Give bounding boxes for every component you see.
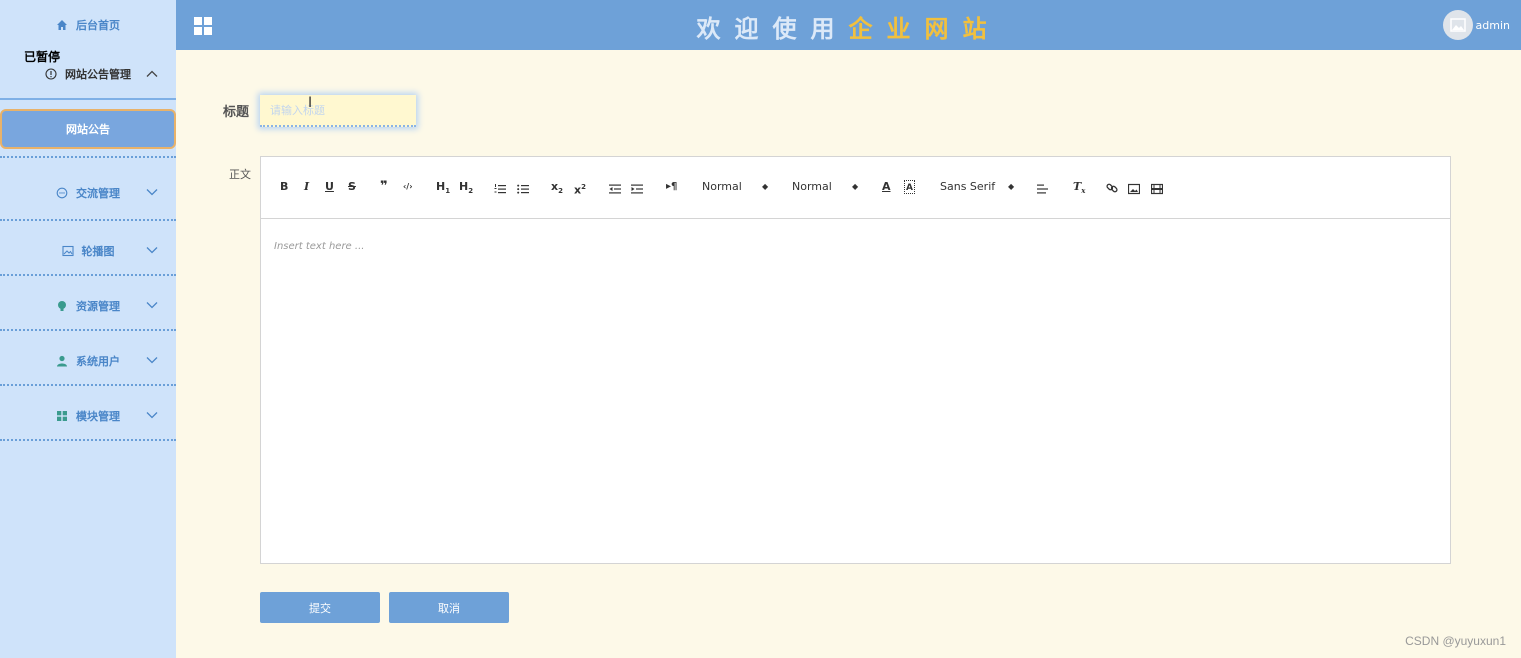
select-arrows-icon: ◆ [1008, 182, 1015, 191]
top-header: 欢迎使用企业网站 admin [176, 0, 1521, 50]
chevron-down-icon [146, 244, 158, 257]
font-select-value: Sans Serif [940, 180, 996, 193]
chevron-down-icon [146, 354, 158, 367]
title-part-1: 欢迎使用 [696, 15, 849, 43]
body-label: 正文 [229, 168, 251, 181]
link-icon[interactable] [1106, 181, 1118, 195]
paused-overlay-label: 已暂停 [24, 50, 61, 64]
title-part-2: 企业网站 [848, 15, 1001, 43]
sidebar-item-label: 交流管理 [76, 186, 120, 200]
chevron-down-icon [146, 409, 158, 422]
font-select[interactable]: Sans Serif ◆ [940, 180, 1020, 194]
video-icon[interactable] [1151, 182, 1163, 196]
text-cursor-icon: I [308, 95, 313, 111]
sidebar-item-resources[interactable]: 资源管理 [0, 276, 176, 331]
chat-icon [56, 187, 68, 198]
ordered-list-icon[interactable] [494, 182, 506, 196]
title-label: 标题 [223, 105, 250, 120]
bulb-icon [58, 300, 66, 311]
sidebar-item-home[interactable]: 后台首页 [0, 0, 176, 50]
chevron-up-icon [146, 68, 158, 81]
watermark: CSDN @yuyuxun1 [1405, 634, 1506, 648]
sidebar-item-label: 资源管理 [76, 299, 120, 313]
heading1-icon[interactable]: H1 [436, 180, 450, 195]
bold-icon[interactable]: B [280, 180, 288, 194]
editor-toolbar: B I U S ❞ ‹/› H1 H2 x2 x2 ▸¶ Normal ◆ Nor… [261, 157, 1450, 219]
chevron-down-icon [146, 299, 158, 312]
heading2-icon[interactable]: H2 [459, 180, 473, 195]
sidebar-home-label: 后台首页 [76, 19, 120, 32]
sidebar-item-label: 系统用户 [76, 354, 120, 368]
superscript-icon[interactable]: x2 [574, 180, 586, 197]
background-color-icon[interactable]: A [904, 180, 915, 194]
code-icon[interactable]: ‹/› [403, 180, 413, 194]
underline-icon[interactable]: U [325, 180, 334, 194]
avatar[interactable] [1443, 10, 1473, 40]
subscript-icon[interactable]: x2 [551, 180, 563, 195]
font-color-icon[interactable]: A [882, 180, 891, 194]
strikethrough-icon[interactable]: S [348, 180, 356, 194]
bullet-list-icon[interactable] [517, 182, 529, 196]
avatar-image-icon [1450, 18, 1466, 32]
image-icon[interactable] [1128, 182, 1140, 196]
sidebar-item-label: 模块管理 [76, 409, 120, 423]
indent-icon[interactable] [631, 182, 643, 196]
italic-icon[interactable]: I [304, 180, 309, 194]
submit-button[interactable]: 提交 [260, 592, 380, 623]
home-icon [57, 20, 67, 30]
cancel-button[interactable]: 取消 [389, 592, 509, 623]
chevron-down-icon [146, 186, 158, 199]
sidebar-item-carousel[interactable]: 轮播图 [0, 221, 176, 276]
header-select-value: Normal [702, 180, 742, 193]
sidebar-item-label: 轮播图 [81, 244, 115, 258]
text-direction-icon[interactable]: ▸¶ [666, 180, 677, 194]
title-input[interactable] [260, 95, 416, 127]
grid-icon [57, 410, 67, 421]
image-icon [61, 245, 74, 256]
page-title: 欢迎使用企业网站 [176, 9, 1521, 44]
sidebar-item-system-users[interactable]: 系统用户 [0, 331, 176, 386]
sidebar-menu-label: 网站公告管理 [65, 68, 131, 81]
sidebar: 后台首页 网站公告管理 网站公告 交流管理 轮播图 资源管理 系统用户 模块管理 [0, 0, 176, 658]
size-select[interactable]: Normal ◆ [792, 180, 862, 194]
size-select-value: Normal [792, 180, 832, 193]
clear-format-icon[interactable]: Tx [1073, 180, 1085, 195]
sidebar-item-communication[interactable]: 交流管理 [0, 166, 176, 221]
select-arrows-icon: ◆ [852, 182, 859, 191]
rich-text-editor: B I U S ❞ ‹/› H1 H2 x2 x2 ▸¶ Normal ◆ Nor… [260, 156, 1451, 564]
outdent-icon[interactable] [609, 182, 621, 196]
info-icon [45, 68, 57, 80]
select-arrows-icon: ◆ [762, 182, 769, 191]
sidebar-submenu: 网站公告 [0, 100, 176, 158]
align-icon[interactable] [1037, 182, 1049, 196]
blockquote-icon[interactable]: ❞ [380, 180, 388, 194]
editor-content[interactable]: Insert text here ... [261, 219, 1450, 274]
header-select[interactable]: Normal ◆ [702, 180, 772, 194]
sidebar-item-modules[interactable]: 模块管理 [0, 386, 176, 441]
username[interactable]: admin [1476, 19, 1510, 32]
sidebar-items: 交流管理 轮播图 资源管理 系统用户 模块管理 [0, 166, 176, 441]
user-icon [57, 355, 67, 366]
sidebar-item-announcement[interactable]: 网站公告 [0, 109, 176, 149]
